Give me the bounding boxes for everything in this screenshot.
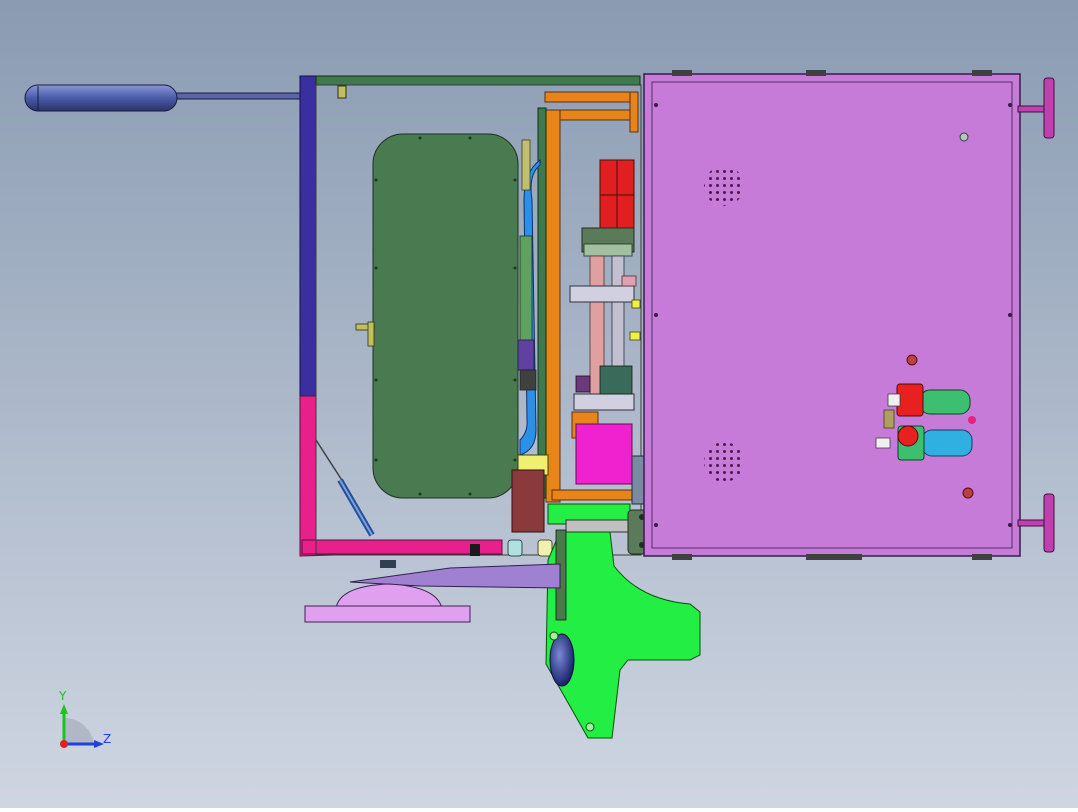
assembly-drawing: Y Z: [0, 0, 1078, 808]
z-axis-label: Z: [103, 732, 111, 746]
y-axis-label: Y: [58, 689, 67, 703]
vent-lower: [704, 442, 744, 482]
cad-viewport[interactable]: Y Z: [0, 0, 1078, 808]
green-window-panel: [355, 133, 519, 499]
electrical-cabinet: [643, 70, 1021, 560]
x-axis-origin: [60, 740, 68, 748]
vent-upper: [704, 166, 744, 206]
